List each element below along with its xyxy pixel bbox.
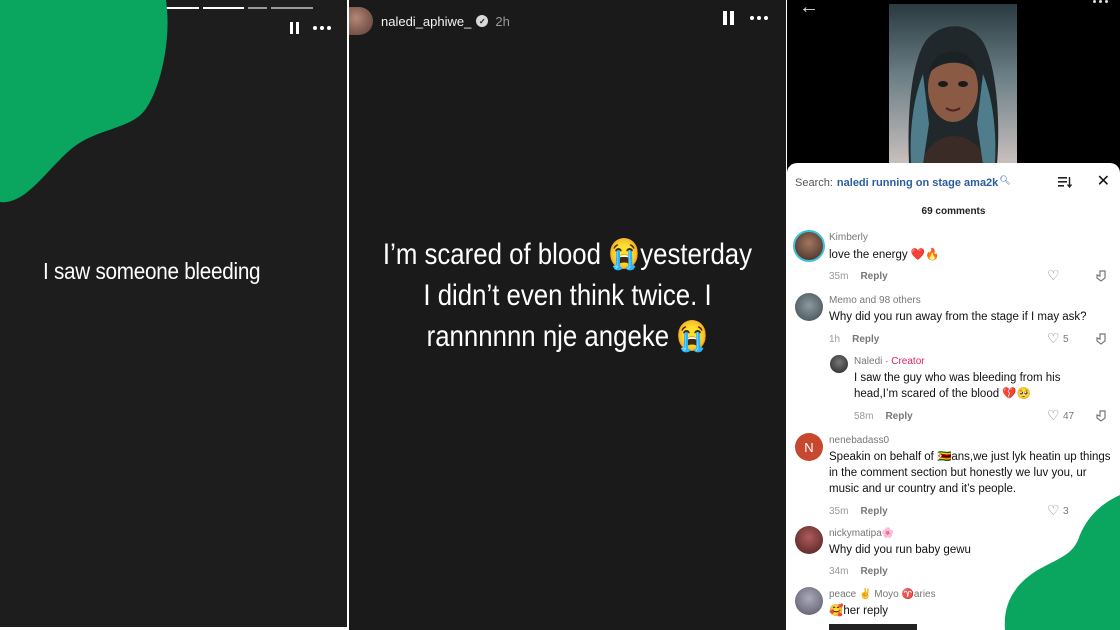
username[interactable]: naledi_aphiwe_ [381,14,471,29]
pause-icon[interactable] [290,22,299,34]
reply-button[interactable]: Reply [852,334,879,345]
comment-item: Memo and 98 others Why did you run away … [795,293,1113,353]
comment-author[interactable]: nenebadass0 [829,435,889,446]
story-panel-left: I saw someone bleeding [0,0,347,627]
comment-text: I saw the guy who was bleeding from his … [854,372,1061,400]
comment-meta: 1h Reply [829,334,879,345]
avatar[interactable] [793,230,825,262]
pause-icon[interactable] [723,11,734,25]
video-thumbnail[interactable] [889,4,1017,164]
like-heart-icon[interactable]: ♡ [1047,408,1060,422]
reply-item: Naledi · Creator I saw the guy who was b… [830,355,1113,425]
comment-meta: 35m Reply [829,506,888,517]
like-heart-icon[interactable]: ♡ [1047,331,1060,345]
avatar[interactable] [830,355,848,373]
avatar-letter: N [804,439,814,455]
comment-author: Naledi · Creator [854,356,925,367]
comment-item: Kimberly love the energy ❤️🔥 35m Reply ♡ [793,230,1113,285]
dislike-icon[interactable] [1095,333,1107,345]
creator-badge: · Creator [885,356,925,367]
reply-image-thumbnail[interactable] [829,624,917,630]
comment-meta: 58m Reply [854,411,913,422]
close-icon[interactable]: ✕ [1097,174,1110,190]
story-header: naledi_aphiwe_ ✓ 2h [349,6,510,36]
comment-author[interactable]: Memo and 98 others [829,295,921,306]
like-heart-icon[interactable]: ♡ [1047,268,1060,282]
comment-author[interactable]: peace ✌️ Moyo ♈aries [829,589,936,600]
back-arrow-icon[interactable]: ← [799,0,819,17]
comment-time: 1h [829,334,841,345]
story-panel-middle: naledi_aphiwe_ ✓ 2h I’m scared of blood … [349,0,786,630]
story-progress-bar [166,7,313,9]
search-query[interactable]: naledi running on stage ama2k [837,177,998,189]
like-count: 5 [1063,334,1069,345]
search-label: Search: [795,177,833,189]
avatar[interactable] [795,587,823,615]
comment-time: 35m [829,271,849,282]
avatar[interactable] [349,7,373,35]
comment-author[interactable]: nickymatipa🌸 [829,528,894,539]
reply-button[interactable]: Reply [860,506,887,517]
comment-meta: 34m Reply [829,566,888,577]
decorative-green-blob [0,0,168,203]
like-count: 47 [1063,411,1075,422]
comment-text: Why did you run away from the stage if I… [829,311,1087,323]
sort-icon[interactable] [1058,176,1072,188]
person-portrait-image [908,26,999,164]
search-icon[interactable]: 🔍︎ [999,175,1010,186]
reply-button[interactable]: Reply [860,566,887,577]
comment-author[interactable]: Kimberly [829,232,868,243]
comment-count: 69 comments [921,206,986,217]
search-bar[interactable]: Search: naledi running on stage ama2k 🔍︎… [795,174,1110,191]
more-options-icon[interactable] [1093,0,1108,3]
avatar[interactable] [795,526,823,554]
dislike-icon[interactable] [1095,410,1107,422]
comment-meta: 35m Reply [829,271,888,282]
story-text: I’m scared of blood 😭yesterday I didn’t … [382,238,753,353]
decorative-green-blob [1004,495,1120,630]
more-options-icon[interactable] [313,26,331,30]
reply-button[interactable]: Reply [860,271,887,282]
comment-text: Speakin on behalf of 🇿🇼ans,we just lyk h… [829,451,1111,495]
comment-time: 58m [854,411,874,422]
verified-badge-icon: ✓ [476,15,489,27]
dislike-icon[interactable] [1095,270,1107,282]
avatar[interactable]: N [795,433,823,461]
more-options-icon[interactable] [750,16,768,20]
story-text: I saw someone bleeding [43,258,261,284]
reply-author[interactable]: Naledi [854,356,882,367]
comment-text: love the energy ❤️🔥 [829,249,940,261]
comment-time: 35m [829,506,849,517]
comment-time: 34m [829,566,849,577]
avatar[interactable] [795,293,823,321]
post-time: 2h [495,13,510,29]
reply-button[interactable]: Reply [885,411,912,422]
